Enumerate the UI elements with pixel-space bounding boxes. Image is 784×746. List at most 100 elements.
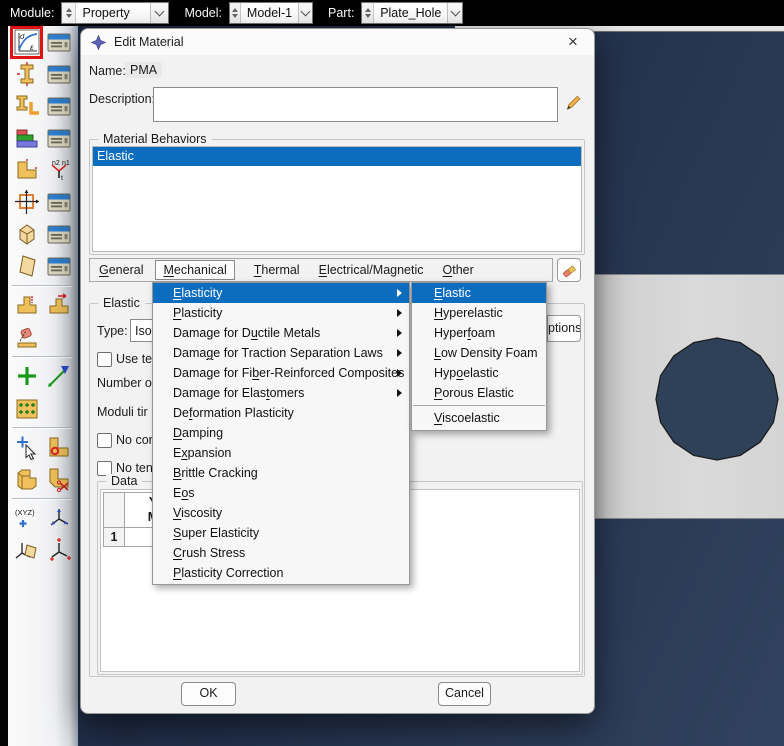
edit-description-button[interactable] [562,91,584,113]
create-material-icon[interactable]: σε [13,29,40,56]
context-label: Module: [10,6,54,20]
no-compression-checkbox[interactable] [97,433,112,448]
skin-manager-icon[interactable] [45,253,72,280]
elasticity-submenu: ElasticHyperelasticHyperfoamLow Density … [411,282,547,431]
submenu-arrow-icon [397,329,402,337]
material-name-value: PMA [125,62,162,78]
menu-item-deformation-plasticity[interactable]: Deformation Plasticity [153,403,409,423]
edit-csys-icon[interactable] [45,537,72,564]
delete-feature-icon[interactable] [13,324,40,351]
use-temperature-label: Use ter [116,352,156,366]
model-combo[interactable]: Model-1 [229,2,313,24]
toolbox-divider [12,356,72,357]
menu-item-damage-for-ductile-metals[interactable]: Damage for Ductile Metals [153,323,409,343]
name-label: Name: [89,64,126,78]
toolbox-divider [12,427,72,428]
submenu-item-viscoelastic[interactable]: Viscoelastic [412,408,546,428]
delete-behavior-button[interactable] [557,258,581,282]
submenu-item-low-density-foam[interactable]: Low Density Foam [412,343,546,363]
svg-text:t: t [61,175,63,182]
spinner-icon[interactable] [362,3,374,23]
section-assignment-manager-icon[interactable] [45,93,72,120]
menu-electrical-magnetic[interactable]: Electrical/Magnetic [319,263,424,277]
menu-item-damping[interactable]: Damping [153,423,409,443]
assign-material-orientation-icon[interactable] [13,189,40,216]
table-row-number: 1 [103,527,125,547]
partition-tool-icon[interactable] [13,466,40,493]
part-combo[interactable]: Plate_Hole [361,2,463,24]
edit-material-dialog: Edit Material × Name: PMA Description: M… [80,28,595,714]
create-datum-csys-icon[interactable] [45,505,72,532]
description-input[interactable] [153,87,558,122]
close-icon[interactable]: × [562,31,584,53]
cancel-button[interactable]: Cancel [438,682,491,706]
assign-beam-orientation-icon[interactable] [13,157,40,184]
data-group-label: Data [106,474,142,488]
svg-text:ε: ε [30,43,34,52]
submenu-item-porous-elastic[interactable]: Porous Elastic [412,383,546,403]
menu-item-eos[interactable]: Eos [153,483,409,503]
ok-button[interactable]: OK [181,682,236,706]
chevron-down-icon[interactable] [150,3,168,23]
menu-thermal[interactable]: Thermal [254,263,300,277]
spinner-icon[interactable] [62,3,76,23]
module-combo[interactable]: Property [61,2,169,24]
assign-section-icon[interactable] [13,93,40,120]
plate-hole-circle [652,334,782,464]
no-tension-label: No ten [116,461,153,475]
menu-item-viscosity[interactable]: Viscosity [153,503,409,523]
section-manager-icon[interactable] [45,61,72,88]
left-edge-strip [0,26,8,746]
beam-tangent-directions-icon[interactable]: n2n1t [45,157,72,184]
submenu-item-hypoelastic[interactable]: Hypoelastic [412,363,546,383]
context-label: Part: [328,6,354,20]
edit-stringer-icon[interactable] [45,292,72,319]
submenu-arrow-icon [397,389,402,397]
solid-manager-icon[interactable] [45,221,72,248]
submenu-item-hyperelastic[interactable]: Hyperelastic [412,303,546,323]
context-field-part: Part: Plate_Hole [328,2,463,24]
create-point-xyz-icon[interactable]: (XYZ) [13,505,40,532]
add-feature-icon[interactable] [13,363,40,390]
menu-item-plasticity-correction[interactable]: Plasticity Correction [153,563,409,583]
menu-other[interactable]: Other [443,263,474,277]
create-composite-layup-icon[interactable] [13,125,40,152]
submenu-item-hyperfoam[interactable]: Hyperfoam [412,323,546,343]
composite-layup-manager-icon[interactable] [45,125,72,152]
chevron-down-icon[interactable] [447,3,462,23]
use-temperature-checkbox[interactable] [97,352,112,367]
menu-general[interactable]: General [99,263,143,277]
create-datum-axis-icon[interactable] [45,363,72,390]
submenu-item-elastic[interactable]: Elastic [412,283,546,303]
create-round-hole-icon[interactable] [45,434,72,461]
create-solid-icon[interactable] [13,221,40,248]
menu-item-super-elasticity[interactable]: Super Elasticity [153,523,409,543]
menu-item-damage-for-traction-separation-laws[interactable]: Damage for Traction Separation Laws [153,343,409,363]
suboptions-button-fragment[interactable]: ptions [547,315,581,342]
orientation-manager-icon[interactable] [45,189,72,216]
menu-item-elasticity[interactable]: Elasticity [153,283,409,303]
create-stringer-icon[interactable] [13,292,40,319]
create-vertex-pattern-icon[interactable] [13,395,40,422]
dialog-titlebar[interactable]: Edit Material × [81,29,594,55]
menu-item-brittle-cracking[interactable]: Brittle Cracking [153,463,409,483]
behavior-item-elastic[interactable]: Elastic [93,147,581,166]
type-label: Type: [97,324,128,338]
submenu-arrow-icon [397,289,402,297]
cut-tool-icon[interactable] [45,466,72,493]
spinner-icon[interactable] [230,3,241,23]
submenu-arrow-icon [397,309,402,317]
menu-item-damage-for-elastomers[interactable]: Damage for Elastomers [153,383,409,403]
eraser-icon [561,262,578,279]
create-section-icon[interactable] [13,61,40,88]
menu-item-damage-for-fiber-reinforced-composites[interactable]: Damage for Fiber-Reinforced Composites [153,363,409,383]
menu-item-crush-stress[interactable]: Crush Stress [153,543,409,563]
material-manager-icon[interactable] [45,29,72,56]
create-datum-plane-icon[interactable] [13,537,40,564]
create-skin-icon[interactable] [13,253,40,280]
menu-item-plasticity[interactable]: Plasticity [153,303,409,323]
chevron-down-icon[interactable] [298,3,312,23]
select-tool-icon[interactable] [13,434,40,461]
menu-item-expansion[interactable]: Expansion [153,443,409,463]
menu-mechanical[interactable]: Mechanical [155,260,234,280]
